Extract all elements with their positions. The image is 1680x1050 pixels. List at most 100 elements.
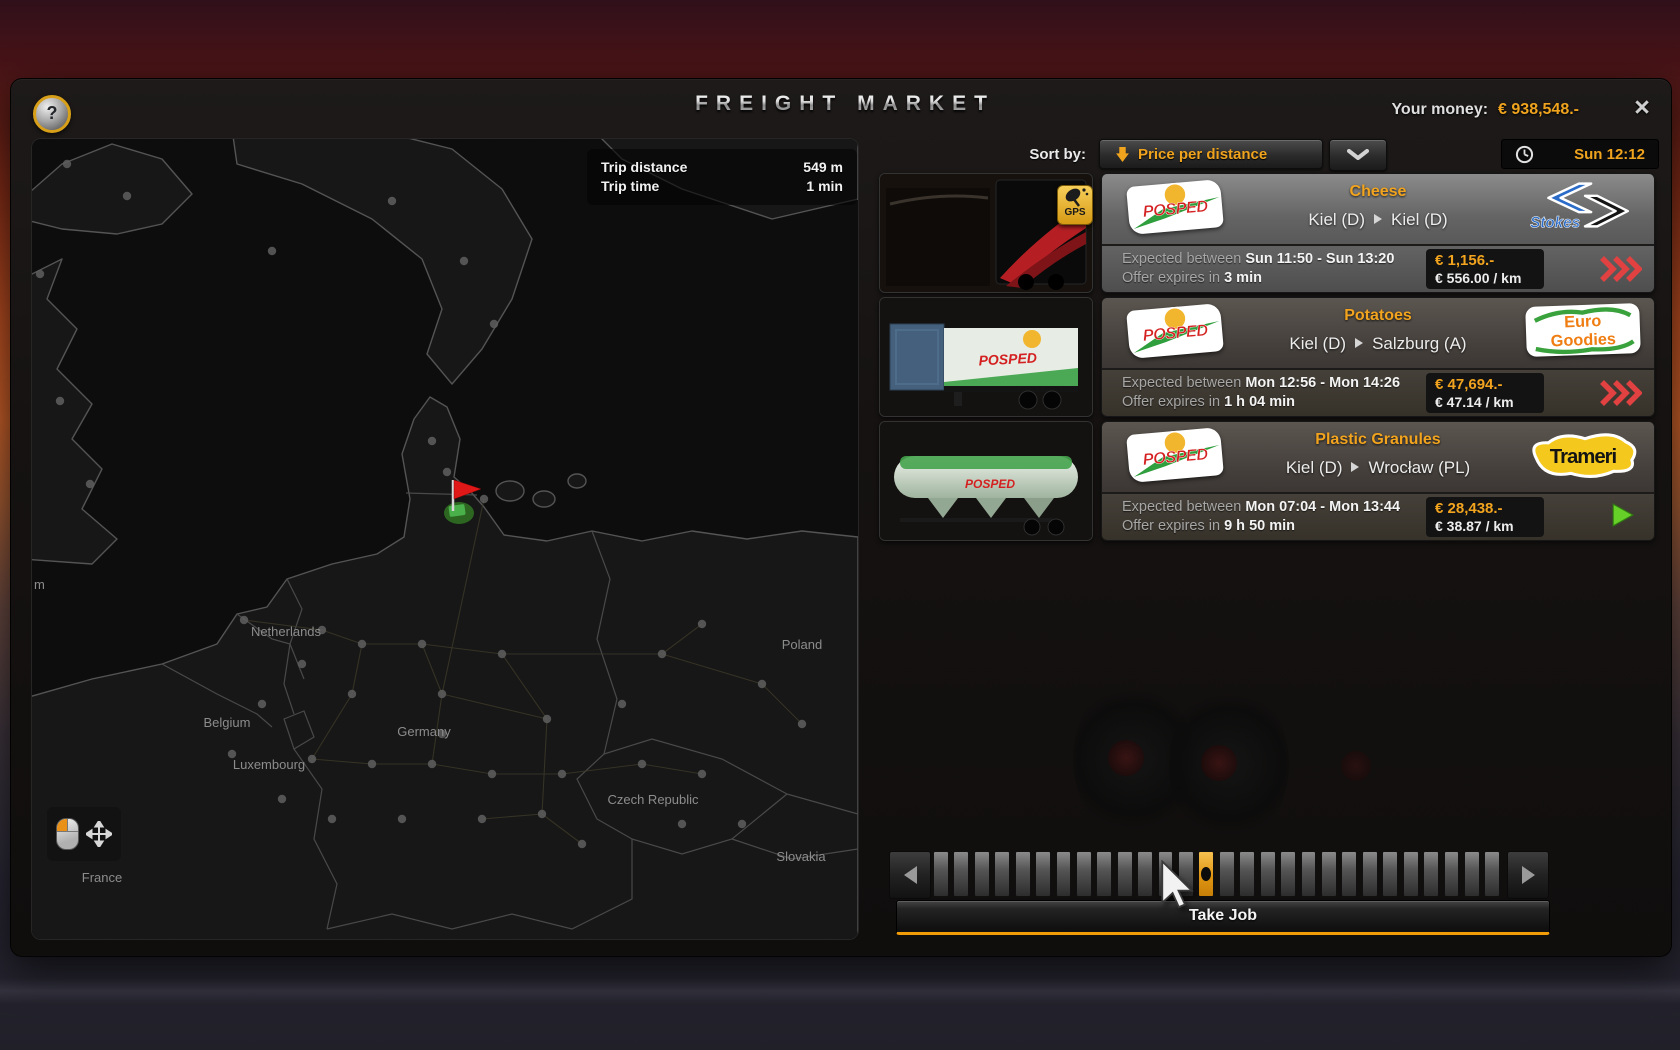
destination-city: Salzburg (A) [1372, 334, 1467, 353]
scrollbar-notch[interactable] [1035, 851, 1051, 897]
route-map[interactable]: m Netherlands Belgium Luxembourg Germany… [31, 138, 859, 940]
sort-direction-icon [1116, 146, 1129, 162]
urgency-green-play-icon [1598, 503, 1642, 531]
cargo-name: Potatoes [1344, 307, 1412, 324]
backdrop-wheel-hub [1108, 740, 1144, 776]
carrier-logo-text: POSPED [1142, 197, 1209, 221]
route-arrow-icon [1351, 462, 1360, 472]
scrollbar-notch[interactable] [1484, 851, 1501, 897]
sort-dropdown[interactable]: Price per distance [1099, 139, 1323, 169]
route: Kiel (D) Salzburg (A) [1232, 334, 1524, 354]
scrollbar-notch[interactable] [1096, 851, 1113, 897]
price-box: € 1,156.- € 556.00 / km [1426, 249, 1544, 289]
scrollbar-notch[interactable] [1218, 851, 1235, 897]
scrollbar-notch[interactable] [973, 851, 990, 897]
job-card[interactable]: POSPED Potatoes Kiel (D) Salzburg (A) Eur… [1101, 297, 1655, 417]
take-job-button[interactable]: Take Job [896, 900, 1550, 935]
recipient-logo-stokes: Stokes [1526, 181, 1640, 232]
trip-info-box: Trip distance 549 m Trip time 1 min [587, 149, 857, 205]
gps-button[interactable]: GPS [1057, 185, 1093, 225]
chevron-down-icon [1347, 149, 1369, 160]
close-icon[interactable]: × [1627, 93, 1657, 123]
job-list-scrollbar [889, 851, 1549, 899]
backdrop-wheel-hub [1341, 751, 1371, 781]
expires-line: Offer expires in 9 h 50 min [1122, 518, 1296, 534]
map-label-czech-republic: Czech Republic [607, 792, 699, 807]
scrollbar-notch[interactable] [1055, 851, 1072, 897]
scrollbar-notch[interactable] [1382, 851, 1399, 897]
job-price: € 1,156.- [1435, 252, 1495, 269]
scrollbar-notch[interactable] [1463, 851, 1480, 897]
scrollbar-notch[interactable] [1116, 851, 1133, 897]
scrollbar-notch[interactable] [933, 851, 949, 897]
job-price: € 28,438.- [1435, 500, 1503, 517]
map-label-france: France [82, 870, 122, 885]
trailer-thumbnail[interactable]: POSPED [879, 297, 1093, 417]
scrollbar-notch[interactable] [1321, 851, 1337, 897]
freight-market-window: ? FREIGHT MARKET Your money:€ 938,548.- … [10, 78, 1672, 957]
scrollbar-notch[interactable] [1239, 851, 1256, 897]
expires-line: Offer expires in 3 min [1122, 270, 1262, 286]
mouse-icon [56, 818, 79, 850]
carrier-logo-text: POSPED [1142, 321, 1209, 345]
scrollbar-notch[interactable] [1443, 851, 1460, 897]
backdrop-wheel-hub [1201, 745, 1237, 781]
expected-line: Expected between Mon 07:04 - Mon 13:44 [1122, 499, 1401, 515]
map-label-slovakia: Slovakia [776, 849, 826, 864]
scrollbar-track[interactable] [933, 851, 1505, 897]
route: Kiel (D) Kiel (D) [1232, 210, 1524, 230]
money-display: Your money: € 938,548.- [1391, 101, 1579, 119]
satellite-dish-icon [1065, 188, 1089, 207]
price-box: € 28,438.- € 38.87 / km [1426, 497, 1544, 537]
job-price: € 47,694.- [1435, 376, 1503, 393]
map-label-luxembourg: Luxembourg [233, 757, 305, 772]
scrollbar-notch[interactable] [1341, 851, 1358, 897]
carrier-logo-posped: POSPED [1126, 426, 1224, 484]
route: Kiel (D) Wrocław (PL) [1232, 458, 1524, 478]
trip-distance-label: Trip distance [601, 159, 688, 175]
cargo-name: Cheese [1349, 183, 1407, 200]
job-price-per-km: € 47.14 / km [1435, 394, 1514, 410]
scrollbar-notch[interactable] [1361, 851, 1378, 897]
scrollbar-notch[interactable] [1137, 851, 1154, 897]
destination-city: Wrocław (PL) [1368, 458, 1471, 477]
recipient-logo-text-line1: Euro [1564, 312, 1602, 331]
scrollbar-notch[interactable] [953, 851, 970, 897]
scrollbar-notch[interactable] [1280, 851, 1296, 897]
recipient-logo-text: Stokes [1530, 214, 1580, 231]
mouse-cursor [1161, 860, 1194, 909]
pan-arrows-icon [86, 821, 112, 847]
scrollbar-notch[interactable] [1423, 851, 1439, 897]
job-offer-potatoes[interactable]: POSPED POSPED Potatoes Kiel (D) Salzburg… [879, 297, 1655, 417]
map-label-germany: Germany [397, 724, 451, 739]
carrier-logo-posped: POSPED [1126, 178, 1224, 236]
scrollbar-thumb[interactable] [1198, 851, 1215, 897]
route-arrow-icon [1355, 338, 1364, 348]
sort-value: Price per distance [1138, 145, 1268, 163]
trailer-thumbnail[interactable]: POSPED [879, 421, 1093, 541]
map-label-belgium: Belgium [204, 715, 251, 730]
scrollbar-notch[interactable] [994, 851, 1011, 897]
clock-time: Sun 12:12 [1574, 145, 1645, 163]
scrollbar-notch[interactable] [1259, 851, 1276, 897]
game-clock: Sun 12:12 [1501, 139, 1659, 169]
recipient-logo-eurogoodies: Euro Goodies [1525, 303, 1641, 357]
scrollbar-notch[interactable] [1402, 851, 1419, 897]
scrollbar-notch[interactable] [1300, 851, 1317, 897]
scrollbar-notch[interactable] [1075, 851, 1092, 897]
scroll-left-button[interactable] [889, 851, 931, 899]
job-offer-cheese[interactable]: GPS POSPED Cheese Kiel (D) Kiel (D) Stok… [879, 173, 1655, 293]
money-value: € 938,548.- [1498, 101, 1579, 118]
arrow-left-icon [903, 866, 917, 884]
job-card[interactable]: POSPED Cheese Kiel (D) Kiel (D) Stokes E… [1101, 173, 1655, 293]
map-label-poland: Poland [782, 637, 822, 652]
map-island [532, 490, 556, 508]
job-card[interactable]: POSPED Plastic Granules Kiel (D) Wrocław … [1101, 421, 1655, 541]
scrollbar-notch[interactable] [1014, 851, 1031, 897]
map-label-netherlands: Netherlands [251, 624, 322, 639]
sort-by-label: Sort by: [1029, 146, 1086, 163]
carrier-logo-posped: POSPED [1126, 302, 1224, 360]
scroll-right-button[interactable] [1507, 851, 1549, 899]
job-offer-plastic-granules[interactable]: POSPED POSPED Plastic Granules Kiel (D) … [879, 421, 1655, 541]
sort-dropdown-expander[interactable] [1329, 139, 1387, 171]
